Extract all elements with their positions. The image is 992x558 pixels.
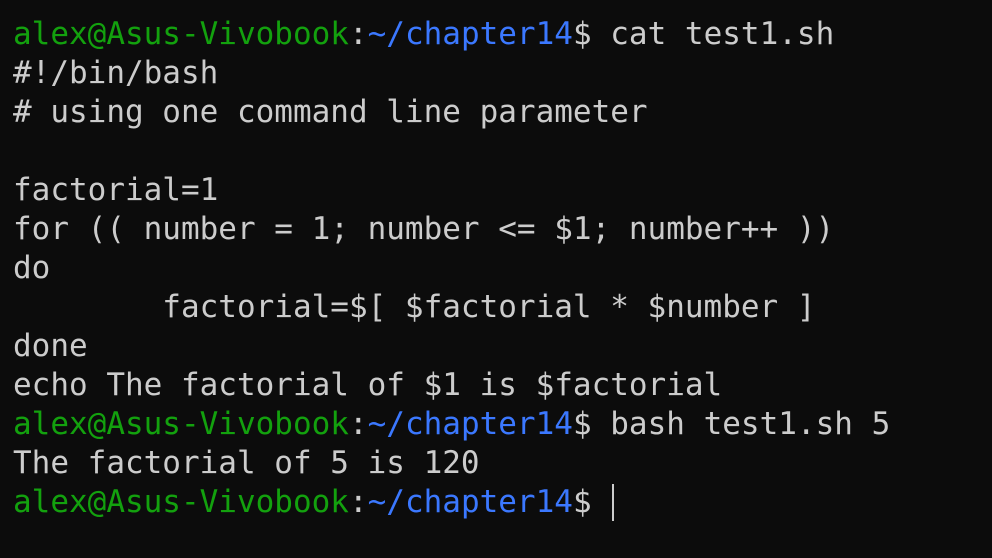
command-text: cat test1.sh <box>591 16 835 52</box>
script-line: factorial=$[ $factorial * $number ] <box>13 289 816 325</box>
output-line: The factorial of 5 is 120 <box>13 445 480 481</box>
command-input[interactable] <box>592 484 611 520</box>
prompt-line: alex@Asus-Vivobook:~/chapter14$ cat test… <box>13 15 992 54</box>
command-text: bash test1.sh 5 <box>591 406 891 442</box>
prompt-path: ~/chapter14 <box>367 484 573 520</box>
prompt-symbol: $ <box>572 406 592 442</box>
script-line: # using one command line parameter <box>13 94 648 130</box>
prompt-symbol: $ <box>572 484 592 520</box>
prompt-colon: : <box>348 16 368 52</box>
prompt-path: ~/chapter14 <box>367 406 573 442</box>
script-line: echo The factorial of $1 is $factorial <box>13 367 723 403</box>
script-line <box>13 132 992 171</box>
terminal-window[interactable]: alex@Asus-Vivobook:~/chapter14$ cat test… <box>0 0 992 558</box>
prompt-colon: : <box>348 406 368 442</box>
prompt-symbol: $ <box>572 16 592 52</box>
text-cursor <box>612 484 615 521</box>
prompt-user-host: alex@Asus-Vivobook <box>13 16 349 52</box>
script-line: for (( number = 1; number <= $1; number+… <box>13 211 835 247</box>
script-line: factorial=1 <box>13 172 219 208</box>
prompt-user-host: alex@Asus-Vivobook <box>13 406 349 442</box>
active-prompt-line[interactable]: alex@Asus-Vivobook:~/chapter14$ <box>13 483 992 522</box>
prompt-path: ~/chapter14 <box>367 16 573 52</box>
prompt-user-host: alex@Asus-Vivobook <box>13 484 349 520</box>
script-line: done <box>13 328 88 364</box>
prompt-line: alex@Asus-Vivobook:~/chapter14$ bash tes… <box>13 405 992 444</box>
script-line: do <box>13 250 51 286</box>
script-line: #!/bin/bash <box>13 55 219 91</box>
prompt-colon: : <box>348 484 368 520</box>
